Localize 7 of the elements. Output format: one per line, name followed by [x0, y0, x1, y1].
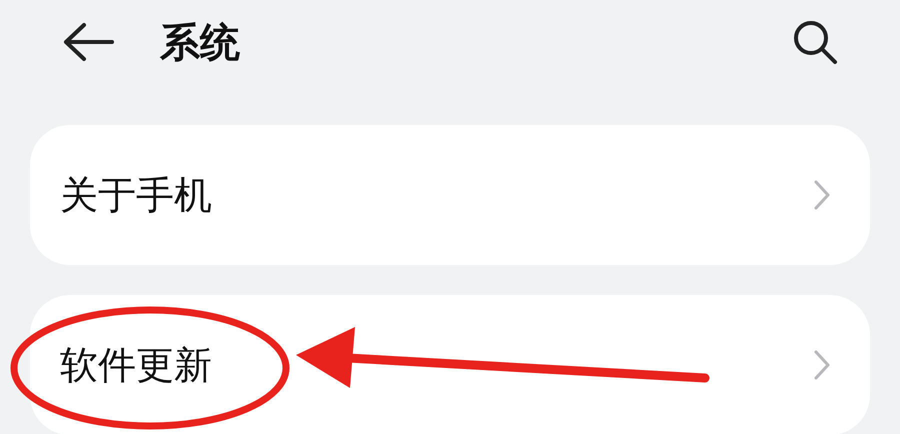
chevron-icon	[814, 350, 830, 380]
page-title: 系统	[160, 18, 241, 68]
back-icon[interactable]	[62, 22, 114, 62]
settings-item[interactable]: 软件更新	[30, 295, 870, 434]
chevron-icon	[814, 180, 830, 210]
search-icon[interactable]	[792, 19, 838, 65]
settings-item[interactable]: 关于手机	[30, 125, 870, 265]
